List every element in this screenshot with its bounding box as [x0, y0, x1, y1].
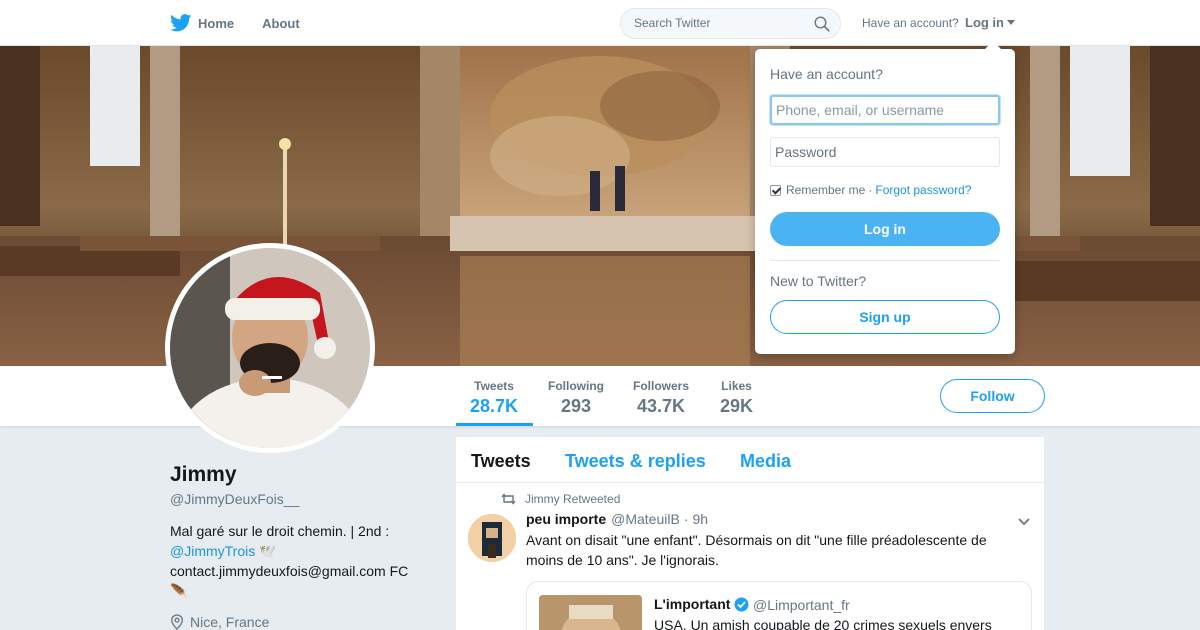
search-input[interactable]: Search Twitter [620, 8, 841, 39]
nav-left: Home About [170, 0, 328, 46]
new-to-twitter-text: New to Twitter? [770, 273, 867, 289]
profile-handle[interactable]: @JimmyDeuxFois__ [170, 491, 299, 507]
tweet-author-name[interactable]: peu importe [526, 511, 606, 527]
remember-separator: · [868, 183, 873, 197]
retweet-context-text: Jimmy Retweeted [525, 492, 621, 506]
password-field[interactable] [770, 137, 1000, 167]
remember-row: Remember me · Forgot password? [770, 183, 971, 197]
location-pin-icon [171, 614, 183, 630]
tweet-timestamp[interactable]: 9h [692, 511, 708, 527]
login-button[interactable]: Log in [770, 212, 1000, 246]
timeline-tabs: Tweets Tweets & replies Media [456, 437, 1044, 483]
forgot-password-link[interactable]: Forgot password? [875, 183, 971, 197]
bio-line-1: Mal garé sur le droit chemin. | 2nd : [170, 523, 390, 539]
tweet-author-handle[interactable]: @MateuilB [611, 511, 680, 527]
dropdown-divider [770, 260, 1000, 261]
username-field[interactable] [770, 95, 1000, 125]
home-link[interactable]: Home [170, 14, 234, 32]
quoted-author-handle: @Limportant_fr [753, 597, 850, 613]
quoted-tweet[interactable]: L'important @Limportant_fr USA. Un amish… [526, 581, 1032, 630]
login-dropdown-toggle[interactable]: Log in [965, 15, 1015, 30]
login-dropdown-title: Have an account? [770, 66, 883, 82]
twitter-bird-icon [170, 14, 192, 32]
remember-me-label[interactable]: Remember me [786, 183, 865, 197]
login-dropdown: Have an account? Remember me · Forgot pa… [755, 41, 1015, 354]
quoted-tweet-image [539, 595, 642, 630]
chevron-down-icon[interactable] [1017, 517, 1031, 527]
stat-likes-value: 29K [720, 396, 754, 416]
stat-followers-value: 43.7K [636, 396, 686, 416]
tab-media[interactable]: Media [740, 451, 791, 472]
tweet-avatar-image [468, 514, 516, 562]
tweet-separator: · [683, 511, 689, 527]
quoted-author: L'important [654, 596, 749, 612]
bio-line-2: @JimmyTrois 🕊️ [170, 541, 430, 561]
follow-button[interactable]: Follow [940, 379, 1045, 413]
profile-bio: Mal garé sur le droit chemin. | 2nd : @J… [170, 521, 430, 601]
caret-down-icon [1007, 20, 1015, 25]
dove-emoji: 🕊️ [259, 543, 277, 559]
feather-emoji: 🪶 [170, 583, 188, 599]
verified-badge-icon [734, 597, 749, 611]
retweet-icon [501, 493, 516, 505]
profile-avatar[interactable] [165, 243, 375, 453]
search-placeholder: Search Twitter [634, 16, 711, 30]
profile-location: Nice, France [170, 614, 269, 630]
quoted-tweet-text: USA. Un amish coupable de 20 crimes sexu… [654, 617, 992, 630]
tab-tweets-and-replies[interactable]: Tweets & replies [565, 451, 706, 472]
location-text: Nice, France [190, 614, 270, 630]
home-label: Home [198, 15, 235, 31]
login-toggle-label: Log in [965, 15, 1004, 30]
stat-likes[interactable]: Likes 29K [720, 379, 753, 417]
top-nav-bar: Home About Search Twitter Have an accoun… [0, 0, 1200, 46]
search-icon[interactable] [814, 16, 830, 32]
tweet-text: Avant on disait "une enfant". Désormais … [526, 532, 987, 568]
timeline: Tweets Tweets & replies Media Jimmy Retw… [456, 437, 1044, 630]
quoted-image-art [539, 595, 642, 630]
profile-name[interactable]: Jimmy [170, 463, 237, 487]
active-stat-underline [456, 423, 533, 426]
remember-me-checkbox[interactable] [770, 184, 781, 196]
quoted-author-name: L'important [654, 596, 731, 612]
tweet-author-avatar[interactable] [468, 514, 516, 562]
stat-followers[interactable]: Followers 43.7K [633, 379, 689, 417]
stat-following-label: Following [548, 379, 604, 393]
signup-button[interactable]: Sign up [770, 300, 1000, 334]
stat-followers-label: Followers [633, 379, 690, 393]
stat-following[interactable]: Following 293 [548, 379, 604, 417]
tab-tweets[interactable]: Tweets [471, 451, 531, 472]
about-link[interactable]: About [262, 16, 300, 31]
stat-tweets-value: 28.7K [470, 396, 519, 416]
stat-tweets[interactable]: Tweets 28.7K [470, 379, 518, 417]
stat-tweets-label: Tweets [474, 379, 514, 393]
stat-likes-label: Likes [721, 379, 752, 393]
tweet-header: peu importe @MateuilB · 9h [526, 511, 708, 527]
bio-mention-link[interactable]: @JimmyTrois [170, 543, 255, 559]
stat-following-value: 293 [560, 396, 592, 416]
have-account-text: Have an account? [862, 16, 959, 30]
retweet-context: Jimmy Retweeted [501, 492, 620, 506]
avatar-image [170, 248, 370, 448]
bio-line-3: contact.jimmydeuxfois@gmail.com FC [170, 563, 409, 579]
